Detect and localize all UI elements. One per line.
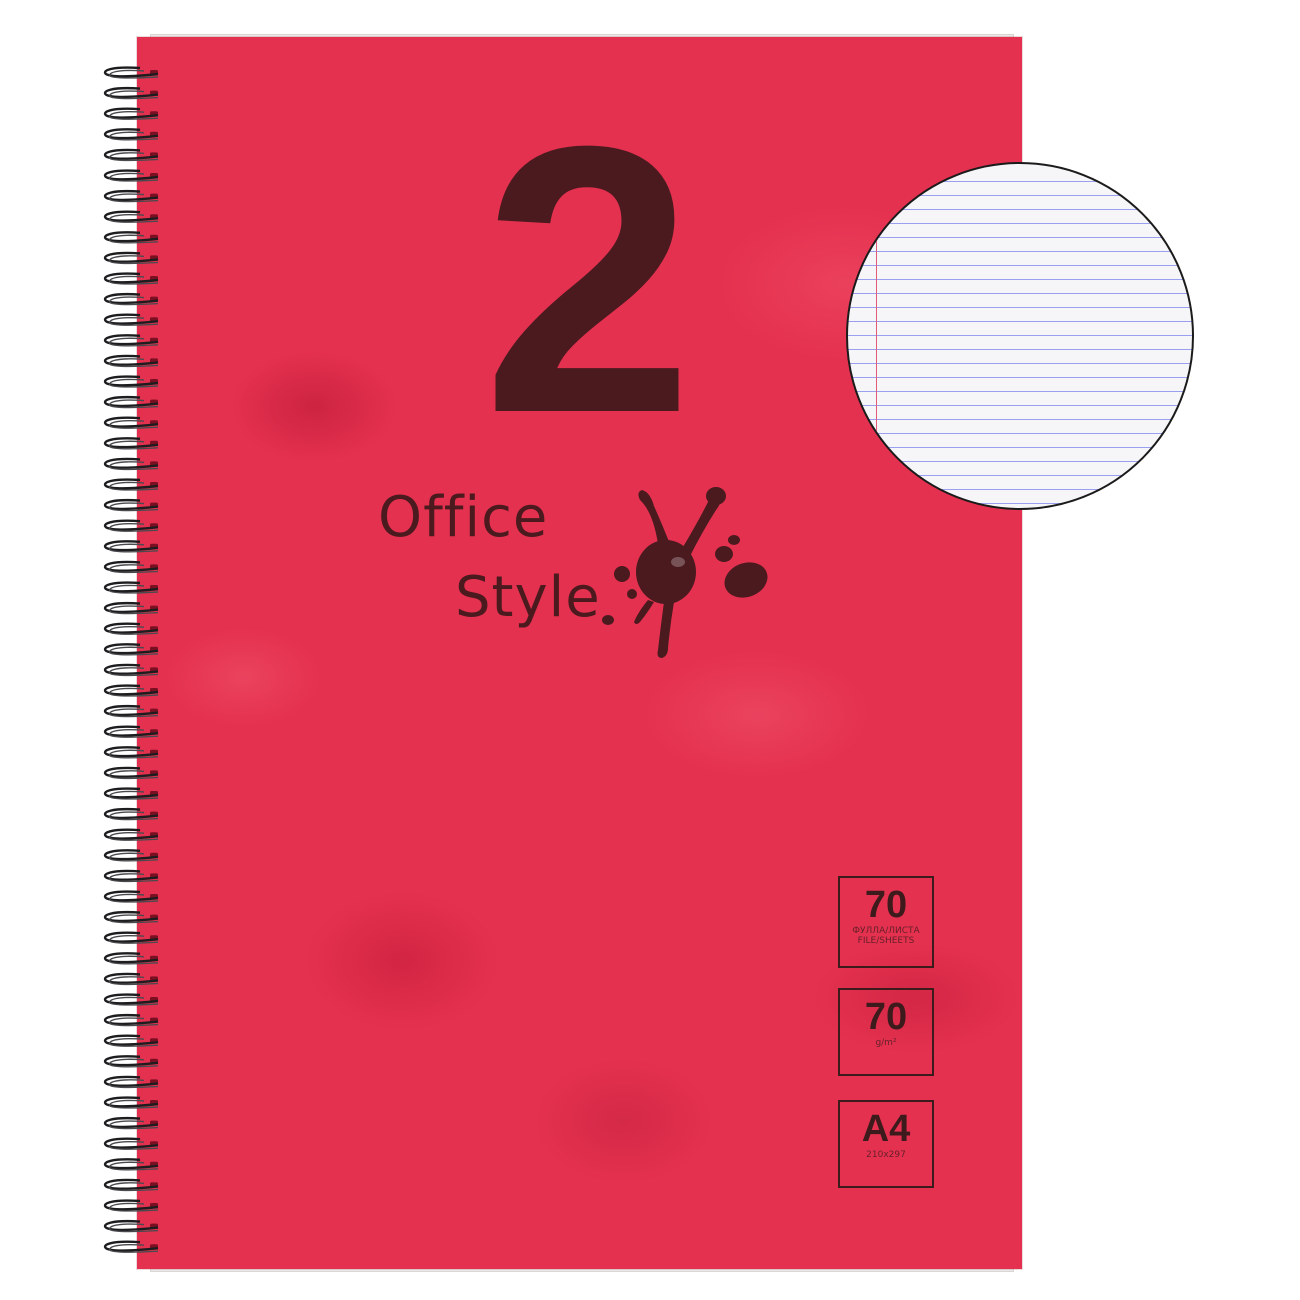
spiral-loop (103, 457, 159, 471)
spiral-loop (103, 1137, 159, 1150)
spiral-loop (103, 890, 159, 903)
spiral-loop (103, 540, 159, 553)
spiral-loop (103, 1013, 159, 1027)
spiral-loop (103, 354, 159, 368)
spiral-loop (103, 1219, 159, 1233)
spiral-loop (103, 560, 159, 574)
spiral-loop (103, 478, 159, 491)
brand-line-style: Style (455, 565, 601, 630)
spiral-loop (103, 169, 159, 182)
spiral-loop (103, 1158, 159, 1171)
spiral-loop (103, 313, 159, 326)
spiral-loop (103, 581, 159, 594)
spiral-loop (103, 1055, 159, 1068)
spiral-loop (103, 787, 159, 800)
spiral-loop (103, 931, 159, 944)
spiral-loop (103, 1240, 159, 1253)
spec-weight-box: 70 g/m² (838, 988, 934, 1076)
spiral-loop (103, 972, 159, 986)
spec-sheets-value: 70 (864, 884, 908, 926)
spiral-loop (103, 189, 159, 203)
ink-splash-logo (602, 487, 768, 658)
spiral-loop (103, 498, 159, 512)
spec-size-value: A4 (861, 1108, 911, 1150)
spec-sheets-unit: ФУЛЛА/ЛИСТА FILE/SHEETS (852, 926, 920, 946)
spiral-loop (103, 272, 159, 285)
spiral-loop (103, 643, 159, 656)
spiral-loop (103, 107, 159, 120)
spiral-loop (103, 292, 159, 306)
spec-size-box: A4 210x297 (838, 1100, 934, 1188)
spiral-loop (103, 746, 159, 759)
spiral-loop (103, 519, 159, 532)
spiral-loop (103, 1096, 159, 1109)
spiral-loop (103, 725, 159, 738)
spiral-loop (103, 993, 159, 1006)
spiral-loop (103, 148, 159, 162)
spiral-loop (103, 395, 159, 409)
page-margin-line (876, 164, 877, 508)
spiral-loop (103, 828, 159, 841)
spiral-loop (103, 416, 159, 429)
spiral-loop (103, 1075, 159, 1089)
spiral-loop (103, 663, 159, 677)
spiral-loop (103, 807, 159, 821)
spiral-loop (103, 766, 159, 780)
brand-line-office: Office (378, 485, 549, 550)
spiral-loop (103, 622, 159, 635)
spiral-loop (103, 910, 159, 924)
spiral-binding (100, 60, 164, 1270)
spiral-loop (103, 1116, 159, 1130)
spiral-loop (103, 251, 159, 265)
spiral-loop (103, 1199, 159, 1212)
spiral-loop (103, 334, 159, 347)
lined-page-preview (846, 162, 1194, 510)
spiral-loop (103, 849, 159, 862)
spiral-loop (103, 1178, 159, 1192)
spec-weight-unit: g/m² (875, 1038, 897, 1048)
spiral-loop (103, 231, 159, 244)
spiral-loop (103, 704, 159, 718)
spiral-loop (103, 210, 159, 223)
spiral-loop (103, 437, 159, 450)
spiral-loop (103, 601, 159, 615)
spiral-loop (103, 952, 159, 965)
spiral-loop (103, 86, 159, 100)
spiral-loop (103, 1034, 159, 1047)
spiral-loop (103, 869, 159, 883)
spec-size-unit: 210x297 (866, 1150, 906, 1160)
spiral-loop (103, 128, 159, 141)
spiral-loop (103, 66, 159, 79)
spec-sheets-box: 70 ФУЛЛА/ЛИСТА FILE/SHEETS (838, 876, 934, 968)
spiral-loop (103, 684, 159, 697)
spiral-loop (103, 375, 159, 388)
notebook-number: 2 (482, 67, 693, 492)
spec-weight-value: 70 (864, 996, 908, 1038)
